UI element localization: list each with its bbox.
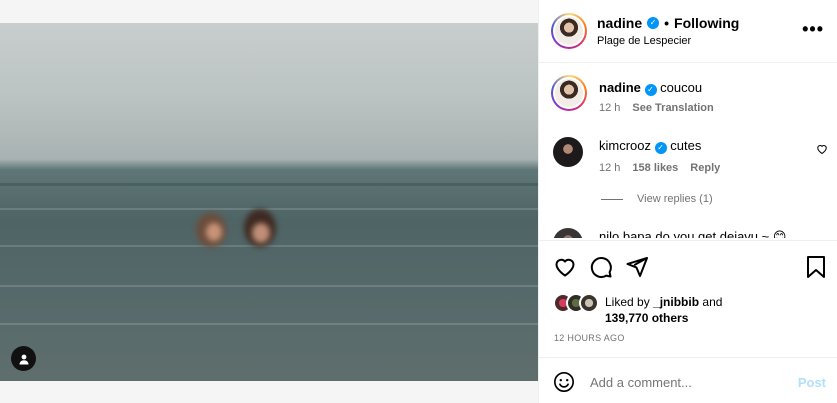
post-media xyxy=(0,0,538,403)
view-replies-label: View replies (1) xyxy=(637,193,713,205)
post-header: nadine ✓ • Following Plage de Lespecier … xyxy=(539,0,837,63)
verified-icon: ✓ xyxy=(644,84,657,96)
see-translation-button[interactable]: See Translation xyxy=(632,102,713,114)
face-right xyxy=(252,223,270,243)
commenter-avatar[interactable] xyxy=(553,228,583,238)
user-tag-icon[interactable] xyxy=(11,346,36,371)
like-comment-icon[interactable] xyxy=(816,143,828,155)
comment-meta: 12 h 158 likes Reply xyxy=(599,162,720,174)
emoji-icon[interactable] xyxy=(553,371,575,393)
caption-avatar[interactable] xyxy=(551,75,587,111)
author-username[interactable]: nadine xyxy=(597,15,642,31)
liked-by-line: Liked by _jnibbib and xyxy=(605,295,722,309)
liker-avatar[interactable] xyxy=(579,293,599,313)
comment-time: 12 h xyxy=(599,162,621,174)
comment-text: kimcrooz ✓ cutes xyxy=(599,138,701,154)
liked-by-conjunction: and xyxy=(702,295,723,309)
comment-text: nilo.bapa do you get dejavu ~ 😊 xyxy=(599,229,786,238)
liked-by-user[interactable]: _jnibbib xyxy=(653,295,699,309)
comment-username[interactable]: nilo.bapa xyxy=(599,229,652,238)
separator-dot: • xyxy=(664,15,670,31)
post-location[interactable]: Plage de Lespecier xyxy=(597,35,691,47)
save-icon[interactable] xyxy=(805,255,827,279)
verified-icon: ✓ xyxy=(647,17,660,29)
comment-body: cutes xyxy=(670,138,702,153)
caption-username[interactable]: nadine xyxy=(599,80,641,95)
wave xyxy=(0,245,538,247)
post-comment-button[interactable]: Post xyxy=(798,375,826,390)
comment-username[interactable]: kimcrooz xyxy=(599,138,651,153)
post-photo[interactable] xyxy=(0,23,538,381)
caption-meta: 12 h See Translation xyxy=(599,102,714,114)
liked-by-prefix: Liked by xyxy=(605,295,650,309)
comment-body: do you get dejavu ~ 😊 xyxy=(655,229,787,238)
comment-input[interactable] xyxy=(590,375,780,390)
verified-icon: ✓ xyxy=(654,142,667,154)
replies-line xyxy=(601,198,623,200)
likes-count[interactable]: 139,770 others xyxy=(605,311,688,325)
horizon xyxy=(0,183,538,186)
author-avatar[interactable] xyxy=(551,13,587,49)
author-line: nadine ✓ • Following xyxy=(597,15,739,31)
following-button[interactable]: Following xyxy=(674,15,739,31)
face-left xyxy=(206,223,222,241)
comment-list: nadine ✓ coucou 12 h See Translation kim… xyxy=(539,63,837,238)
post-sidebar: nadine ✓ • Following Plage de Lespecier … xyxy=(538,0,837,403)
liker-avatars xyxy=(553,293,601,313)
caption-body: coucou xyxy=(660,80,703,95)
more-icon[interactable]: ••• xyxy=(802,20,824,38)
reply-button[interactable]: Reply xyxy=(690,162,720,174)
wave xyxy=(0,208,538,210)
wave xyxy=(0,285,538,287)
comment-likes[interactable]: 158 likes xyxy=(632,162,678,174)
view-replies-button[interactable]: View replies (1) xyxy=(601,193,713,205)
share-icon[interactable] xyxy=(625,255,649,279)
comment-icon[interactable] xyxy=(589,255,613,279)
wave xyxy=(0,323,538,325)
caption-text: nadine ✓ coucou xyxy=(599,80,702,96)
post-timestamp[interactable]: 12 HOURS AGO xyxy=(554,333,625,343)
commenter-avatar[interactable] xyxy=(553,137,583,167)
action-bar: Liked by _jnibbib and 139,770 others 12 … xyxy=(539,240,837,355)
caption-time: 12 h xyxy=(599,102,621,114)
heart-icon[interactable] xyxy=(553,255,577,279)
add-comment-bar: Post xyxy=(539,357,837,403)
